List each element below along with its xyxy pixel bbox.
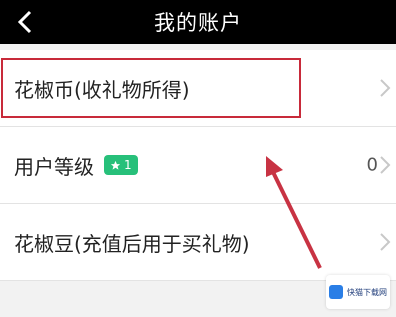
page-title: 我的账户 [154,11,242,35]
account-list: 花椒币(收礼物所得) 用户等级 1 0 花椒豆(充值后用于买礼物) [0,50,396,281]
watermark: 快猫下载网 [326,275,390,309]
list-item-huajiao-beans[interactable]: 花椒豆(充值后用于买礼物) [0,204,396,281]
level-value: 0 [366,154,378,176]
watermark-text: 快猫下载网 [347,287,387,297]
list-item-label: 花椒币(收礼物所得) [14,77,190,102]
list-item-label: 用户等级 [14,154,94,179]
chevron-right-icon [380,79,391,97]
list-item-label: 花椒豆(充值后用于买礼物) [14,231,250,256]
list-item-user-level[interactable]: 用户等级 1 0 [0,127,396,204]
chevron-right-icon [380,156,391,174]
level-badge: 1 [104,155,138,175]
star-icon [110,160,121,170]
watermark-logo-icon [329,285,343,299]
chevron-right-icon [380,233,391,251]
level-badge-number: 1 [124,158,132,172]
list-item-huajiao-coins[interactable]: 花椒币(收礼物所得) [0,50,396,127]
top-bar: 我的账户 [0,0,396,44]
